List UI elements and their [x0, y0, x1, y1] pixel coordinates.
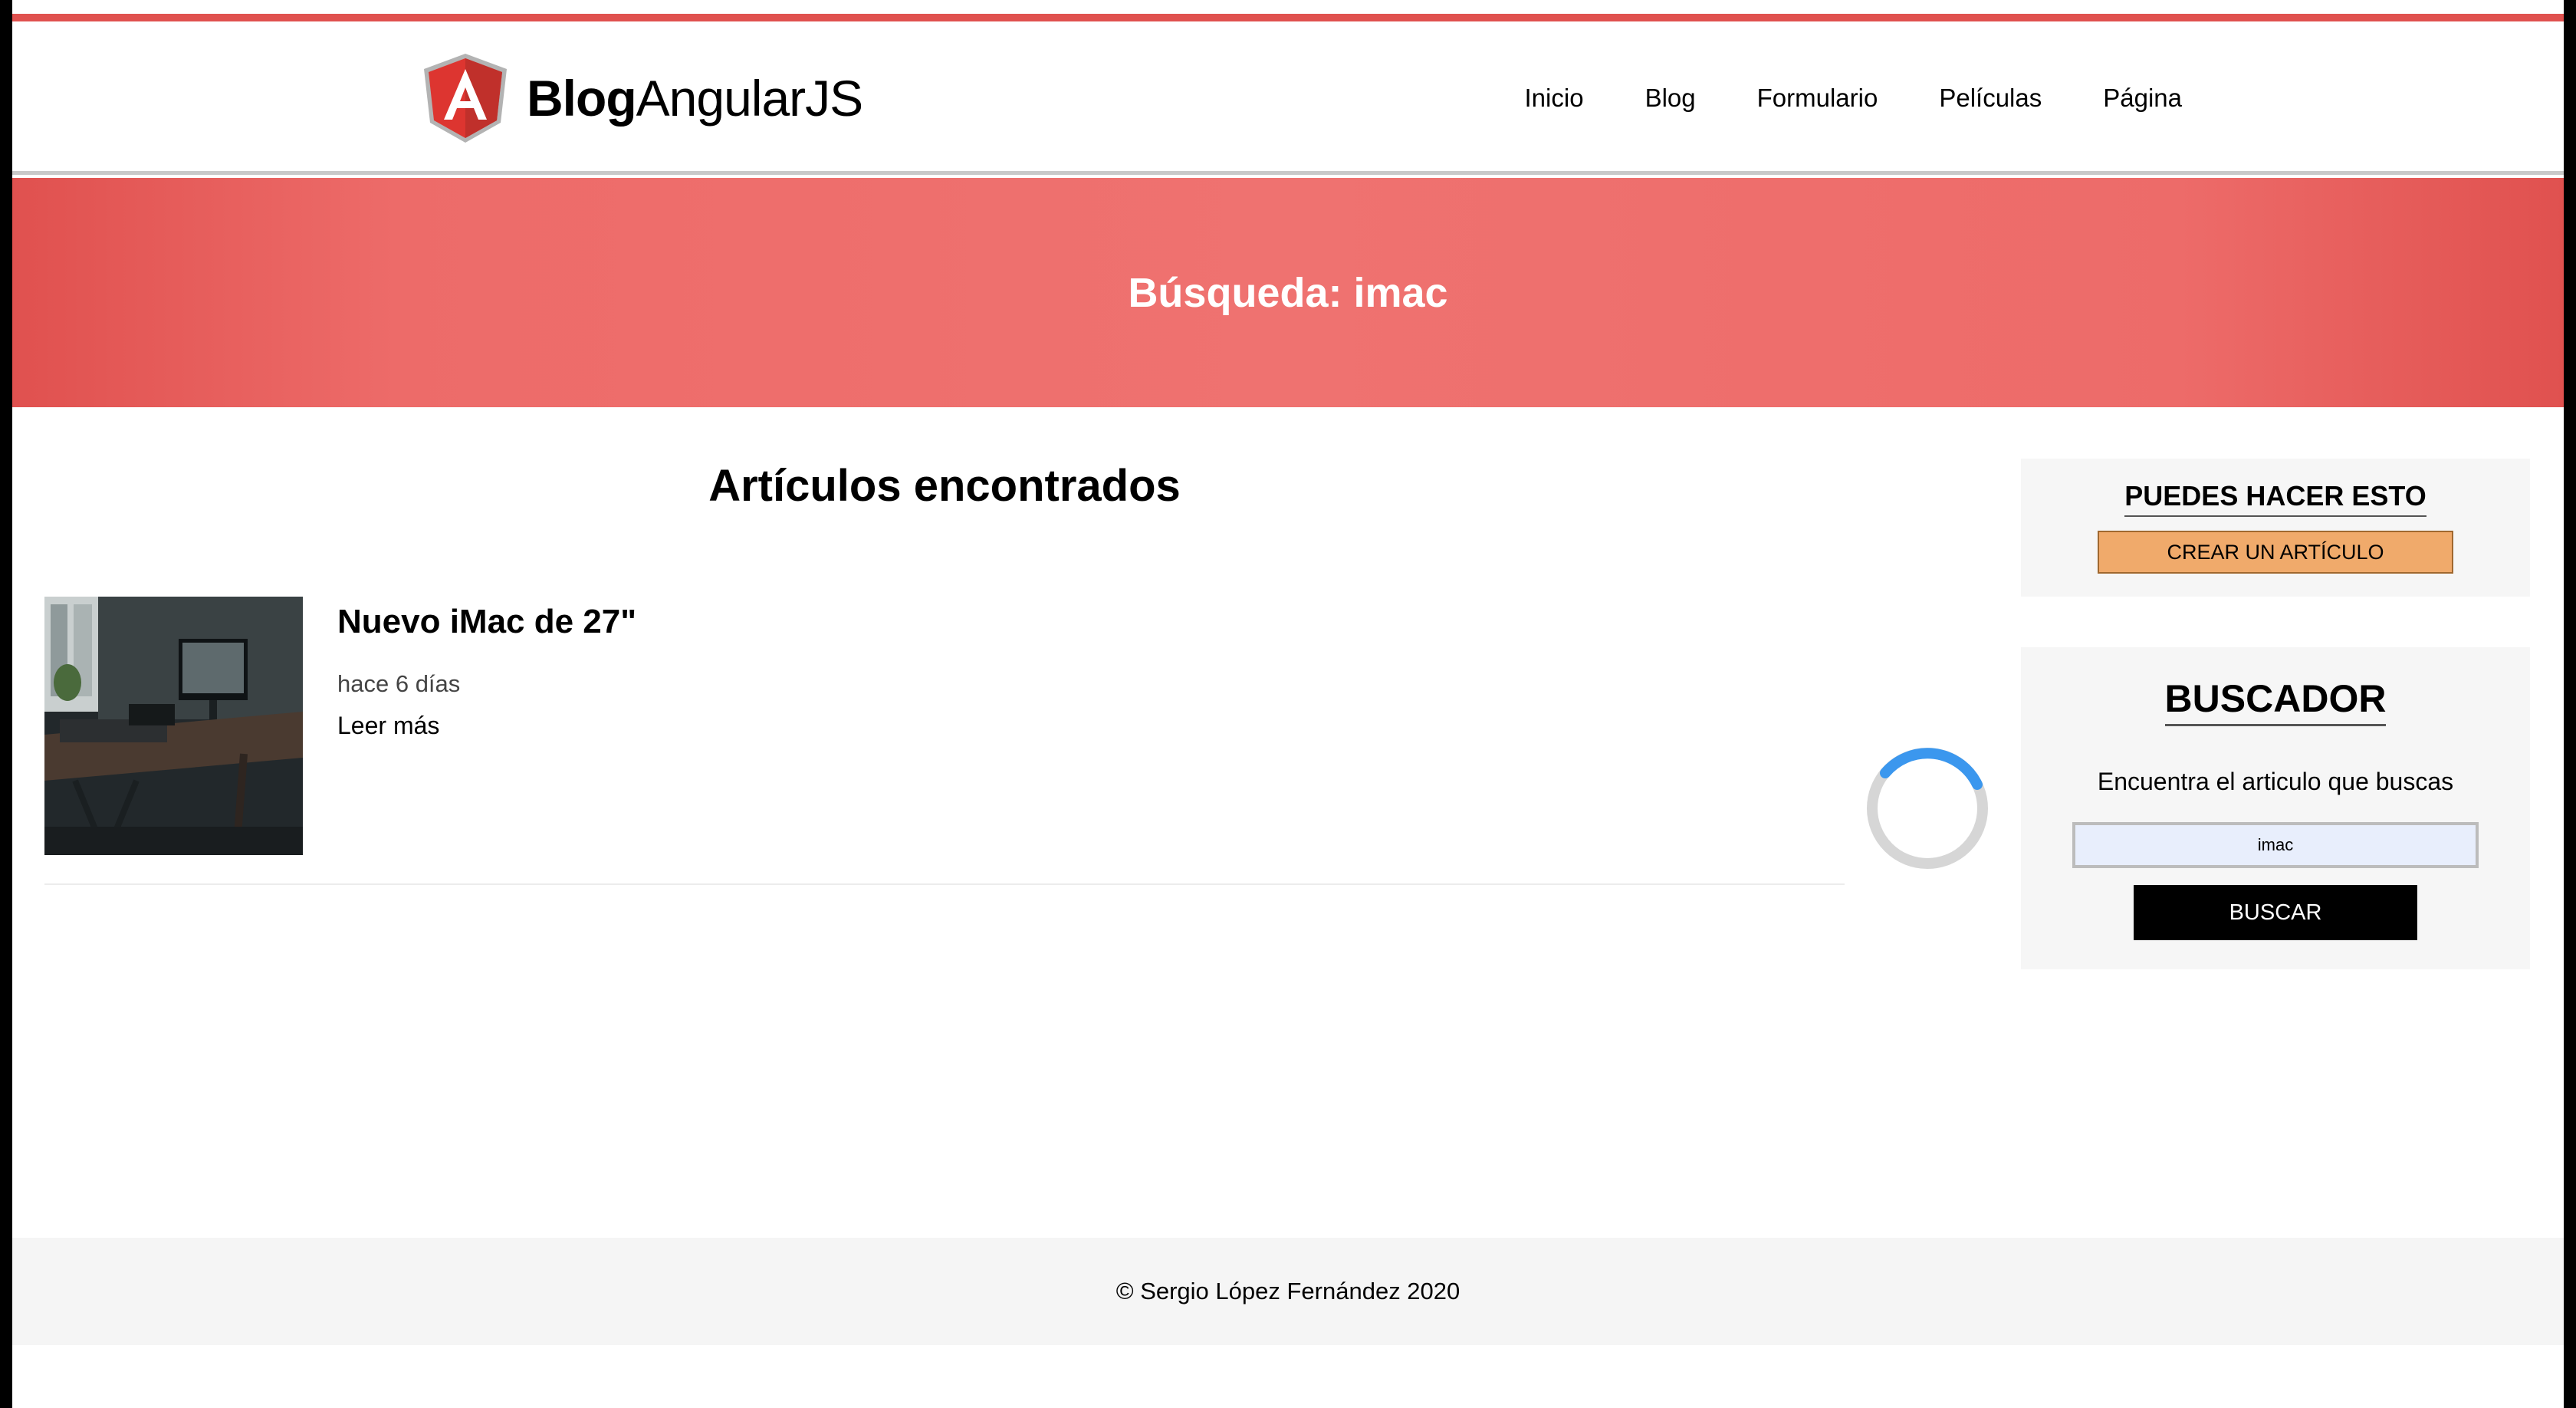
search-title: BUSCADOR	[2164, 676, 2387, 726]
nav-pagina[interactable]: Página	[2103, 84, 2182, 113]
article-item: Nuevo iMac de 27" hace 6 días Leer más	[44, 597, 1845, 885]
actions-title: PUEDES HACER ESTO	[2124, 480, 2426, 517]
angular-shield-icon	[424, 54, 507, 143]
read-more-link[interactable]: Leer más	[337, 712, 636, 740]
loading-spinner-icon	[1867, 748, 1988, 869]
nav-formulario[interactable]: Formulario	[1757, 84, 1878, 113]
article-date: hace 6 días	[337, 670, 461, 697]
imac-desk-photo	[44, 597, 303, 855]
search-banner: Búsqueda: imac	[12, 178, 2564, 407]
page: BlogAngularJS Inicio Blog Formulario Pel…	[12, 0, 2564, 1408]
banner-title: Búsqueda: imac	[1128, 269, 1448, 316]
logo-text: BlogAngularJS	[527, 70, 863, 127]
nav-blog[interactable]: Blog	[1645, 84, 1696, 113]
footer: © Sergio López Fernández 2020	[12, 1238, 2564, 1345]
search-input[interactable]	[2072, 822, 2479, 868]
article-title[interactable]: Nuevo iMac de 27"	[337, 603, 636, 641]
footer-copyright: © Sergio López Fernández 2020	[1116, 1278, 1460, 1304]
header: BlogAngularJS Inicio Blog Formulario Pel…	[12, 21, 2564, 175]
logo-link[interactable]: BlogAngularJS	[421, 52, 863, 144]
top-accent-bar	[12, 14, 2564, 21]
nav-inicio[interactable]: Inicio	[1525, 84, 1584, 113]
search-button[interactable]: BUSCAR	[2134, 885, 2417, 940]
nav-peliculas[interactable]: Películas	[1939, 84, 2042, 113]
actions-box: PUEDES HACER ESTO CREAR UN ARTÍCULO	[2021, 459, 2530, 597]
main-nav: Inicio Blog Formulario Películas Página	[1525, 21, 2182, 175]
search-description: Encuentra el articulo que buscas	[2097, 768, 2454, 795]
article-thumbnail[interactable]	[44, 597, 303, 855]
article-body: Nuevo iMac de 27" hace 6 días Leer más	[337, 597, 636, 740]
sidebar: PUEDES HACER ESTO CREAR UN ARTÍCULO BUSC…	[2021, 459, 2530, 969]
create-article-button[interactable]: CREAR UN ARTÍCULO	[2098, 531, 2453, 574]
main-content: Artículos encontrados Nuevo iMac de 27" …	[44, 429, 1845, 885]
results-heading: Artículos encontrados	[708, 461, 1181, 511]
search-box: BUSCADOR Encuentra el articulo que busca…	[2021, 647, 2530, 969]
